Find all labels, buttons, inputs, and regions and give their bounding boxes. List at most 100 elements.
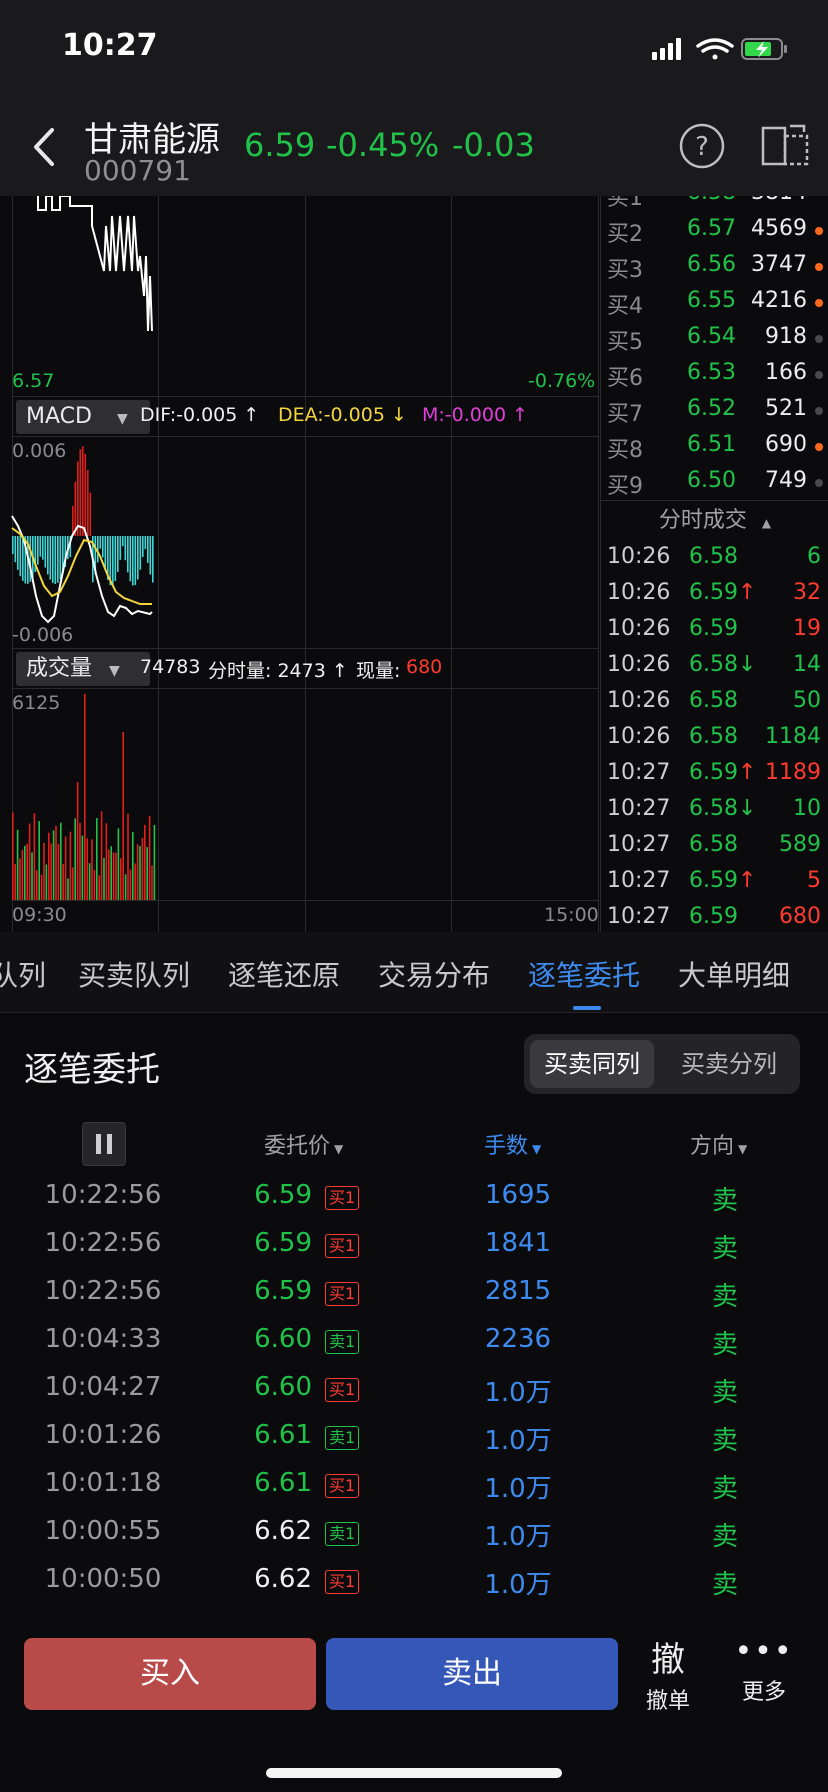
tab-3[interactable]: 交易分布 [378, 954, 490, 994]
order-direction: 卖 [711, 1522, 738, 1552]
pause-button[interactable] [82, 1122, 126, 1166]
landscape-switch-icon[interactable] [760, 122, 810, 170]
volume-selector[interactable]: 成交量 ▼ [16, 652, 150, 686]
toggle-same-column[interactable]: 买卖同列 [530, 1040, 654, 1088]
trade-price-value: 6.58 [689, 832, 738, 857]
order-direction: 卖 [711, 1570, 738, 1600]
volume-bar [151, 865, 153, 900]
volume-bar [14, 863, 16, 900]
trade-time: 10:27 [607, 832, 671, 857]
tab-2[interactable]: 逐笔还原 [228, 954, 340, 994]
trades-header[interactable]: 分时成交 ▲ [601, 502, 828, 538]
order-direction: 卖 [711, 1186, 738, 1216]
change-dot-icon [815, 407, 823, 415]
price-line [37, 196, 153, 332]
col-header-price[interactable]: 委托价 ▼ [264, 1128, 343, 1160]
order-size: 1841 [484, 1228, 552, 1258]
tab-1[interactable]: 买卖队列 [78, 954, 190, 994]
back-icon[interactable] [28, 126, 58, 168]
macd-bar [54, 536, 57, 584]
more-icon: ••• [734, 1634, 794, 1669]
volume-bar [93, 869, 96, 900]
trade-price: 6.58 [689, 832, 738, 857]
bid-price: 6.54 [687, 324, 736, 349]
volume-bar [40, 874, 43, 900]
order-size: 2815 [484, 1276, 552, 1306]
bid-price: 6.55 [687, 288, 736, 313]
trade-price-value: 6.59 [689, 904, 738, 929]
order-row[interactable]: 10:01:26 6.61 卖1 1.0万 卖 [0, 1420, 828, 1468]
volume-bar [153, 824, 156, 900]
cancel-label: 撤单 [645, 1689, 690, 1714]
order-size: 1.0万 [484, 1474, 552, 1504]
volume-bar [144, 824, 146, 900]
col-header-direction[interactable]: 方向 ▼ [690, 1128, 747, 1160]
buy-button[interactable]: 买入 [24, 1638, 316, 1710]
order-row[interactable]: 10:00:50 6.62 买1 1.0万 卖 [0, 1564, 828, 1612]
help-icon[interactable]: ? [678, 122, 726, 170]
order-size: 2236 [484, 1324, 552, 1354]
section-title: 逐笔委托 [24, 1050, 160, 1090]
order-size: 1695 [484, 1180, 552, 1210]
order-row[interactable]: 10:04:27 6.60 买1 1.0万 卖 [0, 1372, 828, 1420]
macd-bar [99, 536, 102, 549]
order-row[interactable]: 10:00:55 6.62 卖1 1.0万 卖 [0, 1516, 828, 1564]
cancel-order-button[interactable]: 撤 撤单 [636, 1632, 700, 1715]
macd-bar [72, 506, 74, 536]
order-row[interactable]: 10:04:33 6.60 卖1 2236 卖 [0, 1324, 828, 1372]
order-direction: 卖 [711, 1474, 738, 1504]
macd-bar [144, 536, 147, 550]
order-book-row: 买1 6.58 3814 [601, 196, 828, 212]
active-tab-indicator [573, 1006, 601, 1010]
trade-row: 10:26 6.58 6 [601, 540, 828, 576]
trade-time: 10:27 [607, 796, 671, 821]
trade-price: 6.59 [689, 904, 738, 929]
macd-selector[interactable]: MACD ▼ [16, 400, 150, 434]
tab-4[interactable]: 逐笔委托 [528, 954, 640, 994]
tab-5[interactable]: 大单明细 [678, 954, 790, 994]
order-direction: 卖 [711, 1234, 738, 1264]
order-time: 10:04:33 [44, 1324, 162, 1354]
stock-change-pct: -0.45% [326, 126, 440, 164]
order-row[interactable]: 10:22:56 6.59 买1 1695 卖 [0, 1180, 828, 1228]
volume-bar [141, 837, 144, 900]
order-book-row: 买5 6.54 918 [601, 320, 828, 356]
volume-bar [146, 847, 148, 900]
bid-volume: 3747 [751, 252, 807, 277]
volume-bar [88, 863, 91, 900]
trade-price: 6.58 [689, 724, 738, 749]
tab-0[interactable]: 队列 [0, 954, 46, 994]
trade-volume: 5 [807, 868, 821, 893]
order-row[interactable]: 10:01:18 6.61 买1 1.0万 卖 [0, 1468, 828, 1516]
col-header-size[interactable]: 手数 ▼ [484, 1128, 541, 1160]
trade-price: 6.59↑ [689, 760, 756, 785]
toggle-split-column[interactable]: 买卖分列 [664, 1040, 794, 1088]
macd-bar [79, 449, 82, 536]
volume-bar [79, 822, 81, 900]
trade-row: 10:26 6.58↓ 14 [601, 648, 828, 684]
macd-bar [152, 536, 154, 583]
volume-bar [115, 852, 117, 900]
sell-button[interactable]: 卖出 [326, 1638, 618, 1710]
volume-chip-label: 成交量 [26, 656, 93, 681]
trade-row: 10:27 6.58 589 [601, 828, 828, 864]
order-level-badge: 卖1 [325, 1522, 360, 1546]
macd-bar [127, 536, 129, 573]
trade-row: 10:26 6.58 1184 [601, 720, 828, 756]
change-dot-icon [815, 443, 823, 451]
macd-bar [134, 536, 137, 586]
status-icons [652, 38, 787, 60]
order-row[interactable]: 10:22:56 6.59 买1 1841 卖 [0, 1228, 828, 1276]
volume-bar [117, 828, 120, 900]
macd-bar [139, 536, 142, 570]
order-level-badge: 买1 [325, 1234, 360, 1258]
trade-volume: 32 [793, 580, 821, 605]
chart-area[interactable]: 6.57 -0.76% MACD ▼ DIF:-0.005 ↑ DEA:-0.0… [0, 196, 600, 932]
change-dot-icon [815, 371, 823, 379]
bid-level-label: 买9 [607, 474, 643, 499]
trade-price: 6.58 [689, 544, 738, 569]
order-row[interactable]: 10:22:56 6.59 买1 2815 卖 [0, 1276, 828, 1324]
order-price: 6.59 [254, 1228, 312, 1258]
macd-bar [59, 536, 62, 580]
more-button[interactable]: ••• 更多 [732, 1632, 796, 1706]
